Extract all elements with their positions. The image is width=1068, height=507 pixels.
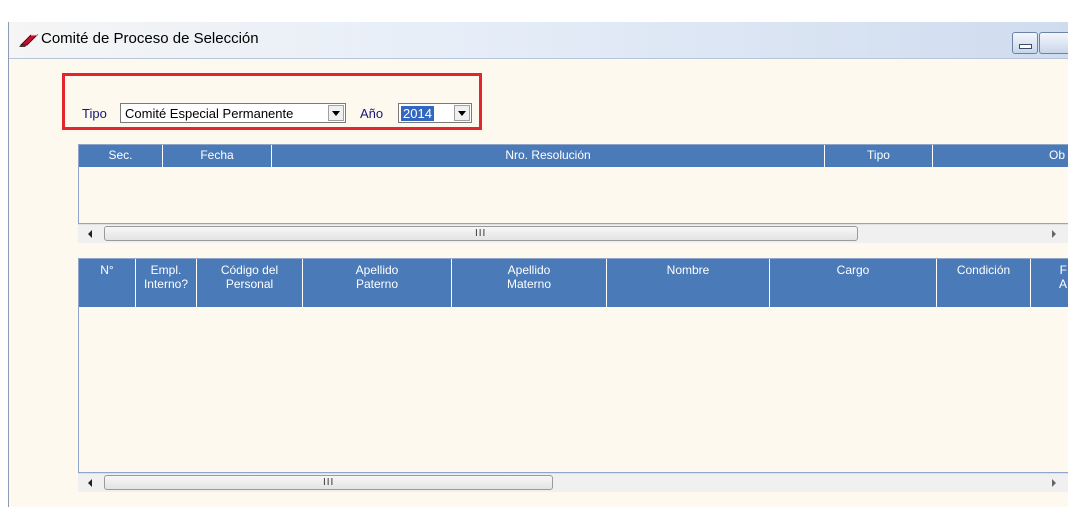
col-header-condicion[interactable]: Condición	[937, 259, 1031, 307]
scroll-left-icon[interactable]	[88, 479, 92, 487]
col-header-numero-line1: N°	[100, 263, 114, 277]
col-header-condicion-line1: Condición	[956, 263, 1011, 277]
scroll-thumb[interactable]: III	[104, 475, 553, 490]
scroll-grip: III	[323, 477, 335, 488]
comite-grid-hscrollbar[interactable]: III	[78, 224, 1068, 243]
col-header-fecha[interactable]: Fecha	[163, 145, 272, 167]
col-header-empl-interno-line2: Interno?	[143, 277, 189, 291]
miembros-grid-header: N° Empl. Interno? Código del Personal Ap…	[79, 259, 1068, 307]
scroll-thumb[interactable]: III	[104, 226, 858, 241]
col-header-nombre-line1: Nombre	[666, 263, 710, 277]
col-header-nro-resolucion[interactable]: Nro. Resolución	[272, 145, 825, 167]
col-header-empl-interno[interactable]: Empl. Interno?	[136, 259, 197, 307]
minimize-button[interactable]	[1012, 32, 1038, 54]
col-header-f[interactable]: F A	[1031, 259, 1068, 307]
miembros-grid-hscrollbar[interactable]: III	[78, 473, 1068, 492]
anio-select[interactable]: 2014	[398, 103, 472, 123]
col-header-nombre[interactable]: Nombre	[607, 259, 770, 307]
title-bar[interactable]: Comité de Proceso de Selección	[9, 22, 1068, 59]
col-header-apellido-paterno[interactable]: Apellido Paterno	[303, 259, 452, 307]
col-header-apellido-paterno-line1: Apellido	[355, 263, 399, 277]
tipo-label: Tipo	[82, 106, 107, 121]
tipo-select-value: Comité Especial Permanente	[125, 106, 294, 121]
col-header-codigo-personal[interactable]: Código del Personal	[197, 259, 303, 307]
scroll-right-icon[interactable]	[1052, 479, 1056, 487]
col-header-apellido-materno-line1: Apellido	[507, 263, 551, 277]
window-title: Comité de Proceso de Selección	[41, 30, 259, 47]
col-header-apellido-materno-line2: Materno	[506, 277, 552, 291]
maximize-button[interactable]	[1039, 32, 1068, 54]
col-header-sec[interactable]: Sec.	[79, 145, 163, 167]
col-header-apellido-paterno-line2: Paterno	[355, 277, 399, 291]
anio-select-value: 2014	[400, 105, 435, 122]
scroll-right-icon[interactable]	[1052, 230, 1056, 238]
comite-grid[interactable]: Sec. Fecha Nro. Resolución Tipo Ob	[78, 144, 1068, 224]
col-header-cargo[interactable]: Cargo	[770, 259, 937, 307]
scroll-left-icon[interactable]	[88, 230, 92, 238]
comite-grid-header: Sec. Fecha Nro. Resolución Tipo Ob	[79, 145, 1068, 167]
col-header-tipo[interactable]: Tipo	[825, 145, 933, 167]
tipo-select[interactable]: Comité Especial Permanente	[120, 103, 346, 123]
pencil-eraser-icon	[19, 34, 39, 47]
col-header-cargo-line1: Cargo	[836, 263, 870, 277]
col-header-numero[interactable]: N°	[79, 259, 136, 307]
col-header-codigo-personal-line2: Personal	[225, 277, 274, 291]
chevron-down-icon[interactable]	[328, 105, 344, 121]
col-header-apellido-materno[interactable]: Apellido Materno	[452, 259, 607, 307]
col-header-f-line2: A	[1058, 277, 1067, 291]
miembros-grid[interactable]: N° Empl. Interno? Código del Personal Ap…	[78, 258, 1068, 473]
col-header-codigo-personal-line1: Código del	[220, 263, 279, 277]
scroll-grip: III	[475, 228, 487, 239]
col-header-empl-interno-line1: Empl.	[150, 263, 182, 277]
col-header-ob[interactable]: Ob	[933, 145, 1068, 167]
col-header-f-line1: F	[1059, 263, 1067, 277]
anio-label: Año	[360, 106, 384, 121]
chevron-down-icon[interactable]	[454, 105, 470, 121]
